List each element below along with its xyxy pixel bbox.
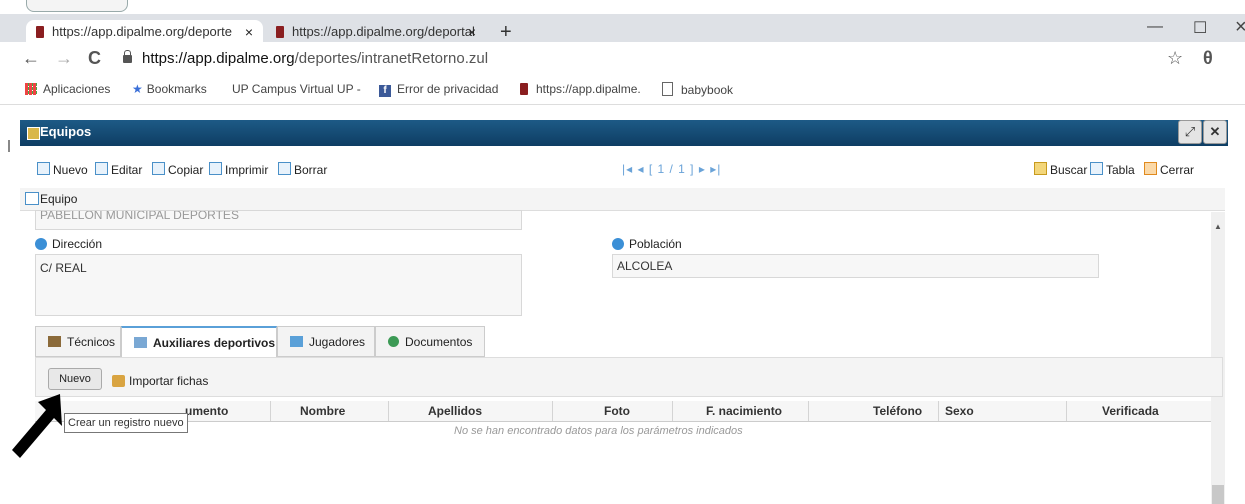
window-title: Equipos bbox=[40, 124, 92, 139]
poblacion-label: Población bbox=[612, 237, 682, 251]
background-window-tab bbox=[26, 0, 128, 12]
printer-icon bbox=[209, 162, 222, 175]
globe-icon bbox=[35, 238, 47, 250]
importar-fichas-button[interactable]: Importar fichas bbox=[112, 374, 208, 388]
url-host: https://app.dipalme.org bbox=[142, 50, 295, 67]
bookmark-error-privacidad[interactable]: f Error de privacidad bbox=[379, 82, 498, 97]
pointer-arrow-icon bbox=[12, 394, 62, 458]
tab-title: https://app.dipalme.org/deporte bbox=[52, 24, 232, 39]
browser-tab-second[interactable]: https://app.dipalme.org/deportal × bbox=[266, 20, 486, 44]
tab-close-icon[interactable]: × bbox=[245, 20, 253, 44]
column-divider bbox=[808, 401, 809, 421]
trash-icon bbox=[278, 162, 291, 175]
empty-grid-message: No se han encontrado datos para los pará… bbox=[454, 425, 743, 437]
col-telefono[interactable]: Teléfono bbox=[873, 404, 922, 418]
tab-close-icon[interactable]: × bbox=[468, 20, 476, 44]
tab-auxiliares-deportivos[interactable]: Auxiliares deportivos bbox=[121, 326, 277, 358]
col-foto[interactable]: Foto bbox=[604, 404, 630, 418]
minimize-icon[interactable]: — bbox=[1147, 18, 1163, 36]
site-favicon-icon bbox=[276, 26, 284, 38]
documentos-icon bbox=[388, 336, 399, 347]
scrollbar-thumb[interactable] bbox=[1212, 485, 1224, 504]
imprimir-button[interactable]: Imprimir bbox=[209, 162, 268, 177]
new-tab-button[interactable]: + bbox=[500, 20, 512, 44]
forward-arrow-icon[interactable]: → bbox=[55, 48, 73, 69]
back-arrow-icon[interactable]: ← bbox=[22, 48, 40, 69]
bookmark-babybook[interactable]: babybook bbox=[662, 82, 733, 97]
browser-tab-active[interactable]: https://app.dipalme.org/deporte × bbox=[26, 20, 263, 44]
editar-button[interactable]: Editar bbox=[95, 162, 142, 177]
record-pager[interactable]: |◂ ◂ [ 1 / 1 ] ▸ ▸| bbox=[622, 162, 721, 176]
tabla-button[interactable]: Tabla bbox=[1090, 162, 1135, 177]
equipo-form-icon bbox=[25, 192, 39, 205]
import-icon bbox=[112, 375, 125, 387]
nombre-field-cutoff[interactable]: PABELLON MUNICIPAL DEPORTES bbox=[35, 210, 522, 230]
tab-title: https://app.dipalme.org/deportal bbox=[292, 24, 475, 39]
col-verificada[interactable]: Verificada bbox=[1102, 404, 1159, 418]
column-divider bbox=[938, 401, 939, 421]
window-close-icon[interactable]: × bbox=[1235, 16, 1245, 39]
col-nombre[interactable]: Nombre bbox=[300, 404, 345, 418]
expand-window-icon[interactable]: ⤢ bbox=[1178, 120, 1202, 144]
copy-icon bbox=[152, 162, 165, 175]
column-divider bbox=[270, 401, 271, 421]
site-favicon-icon bbox=[520, 83, 528, 95]
direccion-field[interactable]: C/ REAL bbox=[35, 254, 522, 316]
tab-tecnicos[interactable]: Técnicos bbox=[35, 326, 121, 357]
nuevo-detail-button[interactable]: Nuevo bbox=[48, 368, 102, 390]
nuevo-tooltip: Crear un registro nuevo bbox=[64, 413, 188, 433]
maximize-icon[interactable]: ☐ bbox=[1193, 18, 1207, 38]
url-field[interactable]: https://app.dipalme.org/deportes/intrane… bbox=[142, 50, 488, 67]
apps-grid-icon bbox=[25, 83, 37, 95]
table-icon bbox=[1090, 162, 1103, 175]
detail-tabs: Técnicos Auxiliares deportivos Jugadores… bbox=[35, 326, 495, 358]
column-divider bbox=[552, 401, 553, 421]
lock-icon bbox=[123, 50, 132, 63]
section-title: Equipo bbox=[40, 192, 78, 206]
reload-icon[interactable]: C bbox=[88, 48, 101, 69]
copiar-button[interactable]: Copiar bbox=[152, 162, 203, 177]
auxiliares-icon bbox=[134, 337, 147, 348]
direccion-label: Dirección bbox=[35, 237, 102, 251]
bookmark-star-icon[interactable]: ☆ bbox=[1167, 48, 1183, 69]
tecnicos-icon bbox=[48, 336, 61, 347]
edit-icon bbox=[95, 162, 108, 175]
col-documento[interactable]: umento bbox=[185, 404, 228, 418]
star-icon: ★ bbox=[132, 82, 143, 96]
url-path: /deportes/intranetRetorno.zul bbox=[294, 50, 489, 67]
left-edge-mark bbox=[8, 140, 10, 152]
col-apellidos[interactable]: Apellidos bbox=[428, 404, 482, 418]
bookmark-apps[interactable]: Aplicaciones bbox=[25, 82, 110, 96]
borrar-button[interactable]: Borrar bbox=[278, 162, 327, 177]
close-window-icon[interactable]: ✕ bbox=[1203, 120, 1227, 144]
scroll-up-icon[interactable]: ▲ bbox=[1214, 222, 1222, 231]
col-sexo[interactable]: Sexo bbox=[945, 404, 974, 418]
jugadores-icon bbox=[290, 336, 303, 347]
page-icon bbox=[662, 82, 673, 96]
tab-documentos[interactable]: Documentos bbox=[375, 326, 485, 357]
bookmark-bookmarks[interactable]: ★ Bookmarks bbox=[132, 82, 207, 96]
window-titlebar bbox=[20, 120, 1228, 146]
cerrar-button[interactable]: Cerrar bbox=[1144, 162, 1194, 177]
equipos-window-icon bbox=[27, 127, 40, 140]
site-favicon-icon bbox=[36, 26, 44, 38]
globe-icon bbox=[612, 238, 624, 250]
facebook-icon: f bbox=[379, 85, 391, 97]
col-f-nacimiento[interactable]: F. nacimiento bbox=[706, 404, 782, 418]
section-header bbox=[20, 188, 1225, 211]
buscar-button[interactable]: Buscar bbox=[1034, 162, 1087, 177]
exit-icon bbox=[1144, 162, 1157, 175]
profile-icon[interactable]: θ bbox=[1203, 48, 1213, 69]
column-divider bbox=[672, 401, 673, 421]
tab-jugadores[interactable]: Jugadores bbox=[277, 326, 375, 357]
column-divider bbox=[388, 401, 389, 421]
poblacion-field[interactable]: ALCOLEA bbox=[612, 254, 1099, 278]
bookmark-campus-virtual[interactable]: UP Campus Virtual UP - bbox=[232, 82, 361, 96]
nuevo-button[interactable]: Nuevo bbox=[37, 162, 88, 177]
bookmark-dipalme[interactable]: https://app.dipalme. bbox=[520, 82, 641, 96]
column-divider bbox=[1066, 401, 1067, 421]
binoculars-icon bbox=[1034, 162, 1047, 175]
detail-toolbar bbox=[35, 357, 1223, 397]
new-document-icon bbox=[37, 162, 50, 175]
